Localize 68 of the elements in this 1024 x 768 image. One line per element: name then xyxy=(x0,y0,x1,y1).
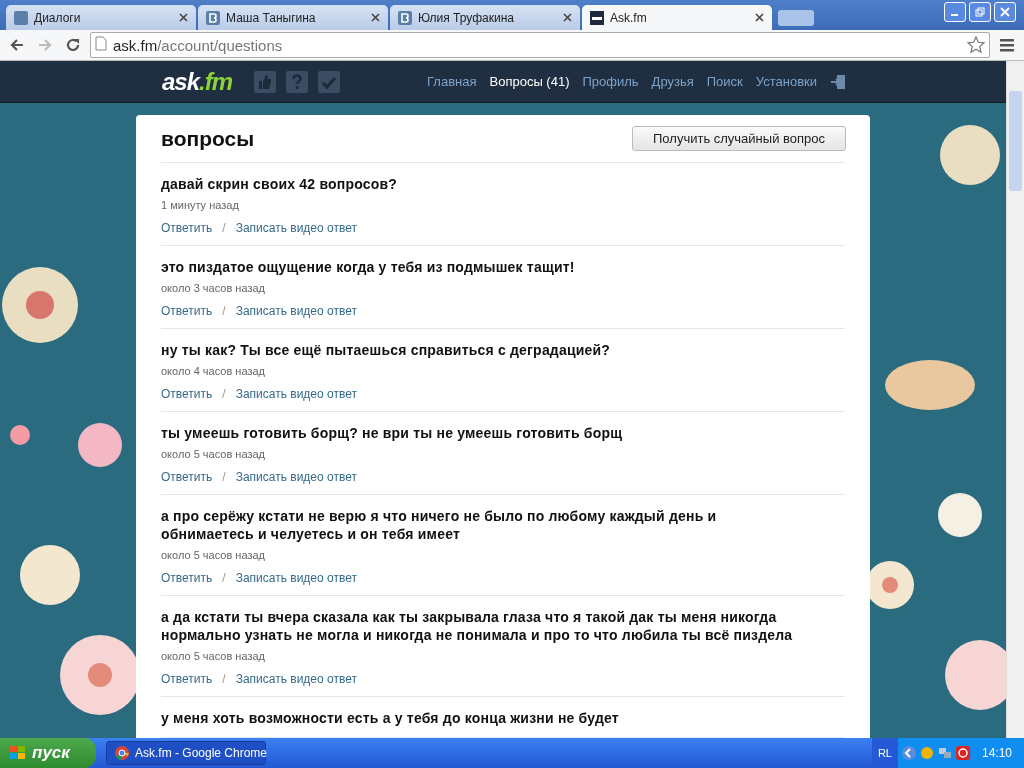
star-icon[interactable] xyxy=(967,36,985,54)
nav-link[interactable]: Профиль xyxy=(582,74,639,89)
video-answer-link[interactable]: Записать видео ответ xyxy=(235,387,357,401)
logout-icon[interactable] xyxy=(830,73,846,90)
check-mark-icon[interactable] xyxy=(318,70,341,93)
letter-b-icon xyxy=(206,10,220,25)
nav-link[interactable]: Поиск xyxy=(706,74,743,89)
video-answer-link[interactable]: Записать видео ответ xyxy=(235,571,357,585)
browser-tab[interactable]: Диалоги xyxy=(6,5,196,30)
logo-icon xyxy=(590,10,604,25)
link-separator: / xyxy=(222,221,226,235)
close-icon[interactable] xyxy=(563,13,572,22)
close-icon[interactable] xyxy=(179,13,188,22)
answer-link[interactable]: Ответить xyxy=(161,387,213,401)
browser-tab[interactable]: Ask.fm xyxy=(582,5,772,30)
url-text: ask.fm/account/questions xyxy=(113,36,284,54)
question-text: а да кстати ты вчера сказала как ты закрывала глаза что я такой дак ты меня никогда нормально узнать не могла и никогда не понимала и про то что любила ты всё пиздела xyxy=(161,608,794,644)
link-separator: / xyxy=(222,571,226,585)
question-text: у меня хоть возможности есть а у тебя до конца жизни не будет xyxy=(161,709,620,727)
answer-link[interactable]: Ответить xyxy=(161,304,213,318)
question-time: около 5 часов назад xyxy=(161,549,266,561)
antivirus-icon[interactable] xyxy=(955,746,970,760)
question-text: давай скрин своих 42 вопросов? xyxy=(161,175,399,193)
link-separator: / xyxy=(222,304,226,318)
link-separator: / xyxy=(222,470,226,484)
letter-b-icon xyxy=(398,10,412,25)
site-logo[interactable]: ask.fm xyxy=(162,67,233,96)
page-title: вопросы xyxy=(161,126,255,151)
video-answer-link[interactable]: Записать видео ответ xyxy=(235,221,357,235)
windows-flag-icon xyxy=(10,746,26,760)
random-question-button[interactable]: Получить случайный вопрос xyxy=(632,126,846,151)
question-mark-icon[interactable] xyxy=(286,70,309,93)
question-time: около 5 часов назад xyxy=(161,650,266,662)
link-separator: / xyxy=(222,672,226,686)
nav-link[interactable]: Друзья xyxy=(651,74,694,89)
browser-tab[interactable]: Маша Таныгина xyxy=(198,5,388,30)
answer-link[interactable]: Ответить xyxy=(161,221,213,235)
start-button[interactable]: пуск xyxy=(0,738,96,768)
video-answer-link[interactable]: Записать видео ответ xyxy=(235,304,357,318)
question-time: около 3 часов назад xyxy=(161,282,266,294)
answer-link[interactable]: Ответить xyxy=(161,470,213,484)
minimize-icon[interactable] xyxy=(944,2,966,22)
question-time: около 4 часов назад xyxy=(161,365,266,377)
close-icon[interactable] xyxy=(371,13,380,22)
nav-link[interactable]: Вопросы (41) xyxy=(489,74,570,89)
restore-icon[interactable] xyxy=(969,2,991,22)
browser-logo-icon xyxy=(115,746,129,760)
address-bar[interactable]: ask.fm/account/questions xyxy=(90,32,990,58)
language-indicator[interactable]: RL xyxy=(871,738,898,768)
link-separator: / xyxy=(222,387,226,401)
answer-link[interactable]: Ответить xyxy=(161,672,213,686)
nav-link[interactable]: Главная xyxy=(427,74,477,89)
close-icon[interactable] xyxy=(755,13,764,22)
scrollbar[interactable] xyxy=(1006,61,1024,738)
question-time: около 5 часов назад xyxy=(161,448,266,460)
question-text: это пиздатое ощущение когда у тебя из подмышек тащит! xyxy=(161,258,576,276)
clock: 14:10 xyxy=(981,746,1012,760)
question-text: а про серёжу кстати не верю я что ничего не было по любому каждый день и обнимаетесь и челуетесь и он тебя имеет xyxy=(161,507,718,543)
answer-link[interactable]: Ответить xyxy=(161,571,213,585)
browser-tab[interactable]: Юлия Труфакина xyxy=(390,5,580,30)
question-text: ты умеешь готовить борщ? не ври ты не умеешь готовить борщ xyxy=(161,424,624,442)
video-answer-link[interactable]: Записать видео ответ xyxy=(235,672,357,686)
thumbs-up-icon[interactable] xyxy=(254,70,277,93)
video-answer-link[interactable]: Записать видео ответ xyxy=(235,470,357,484)
nav-link[interactable]: Установки xyxy=(755,74,817,89)
taskbar-button[interactable]: Ask.fm - Google Chrome xyxy=(106,741,266,765)
question-text: ну ты как? Ты все ещё пытаешься справиться с деградацией? xyxy=(161,341,612,359)
question-time: 1 минуту назад xyxy=(161,199,240,211)
